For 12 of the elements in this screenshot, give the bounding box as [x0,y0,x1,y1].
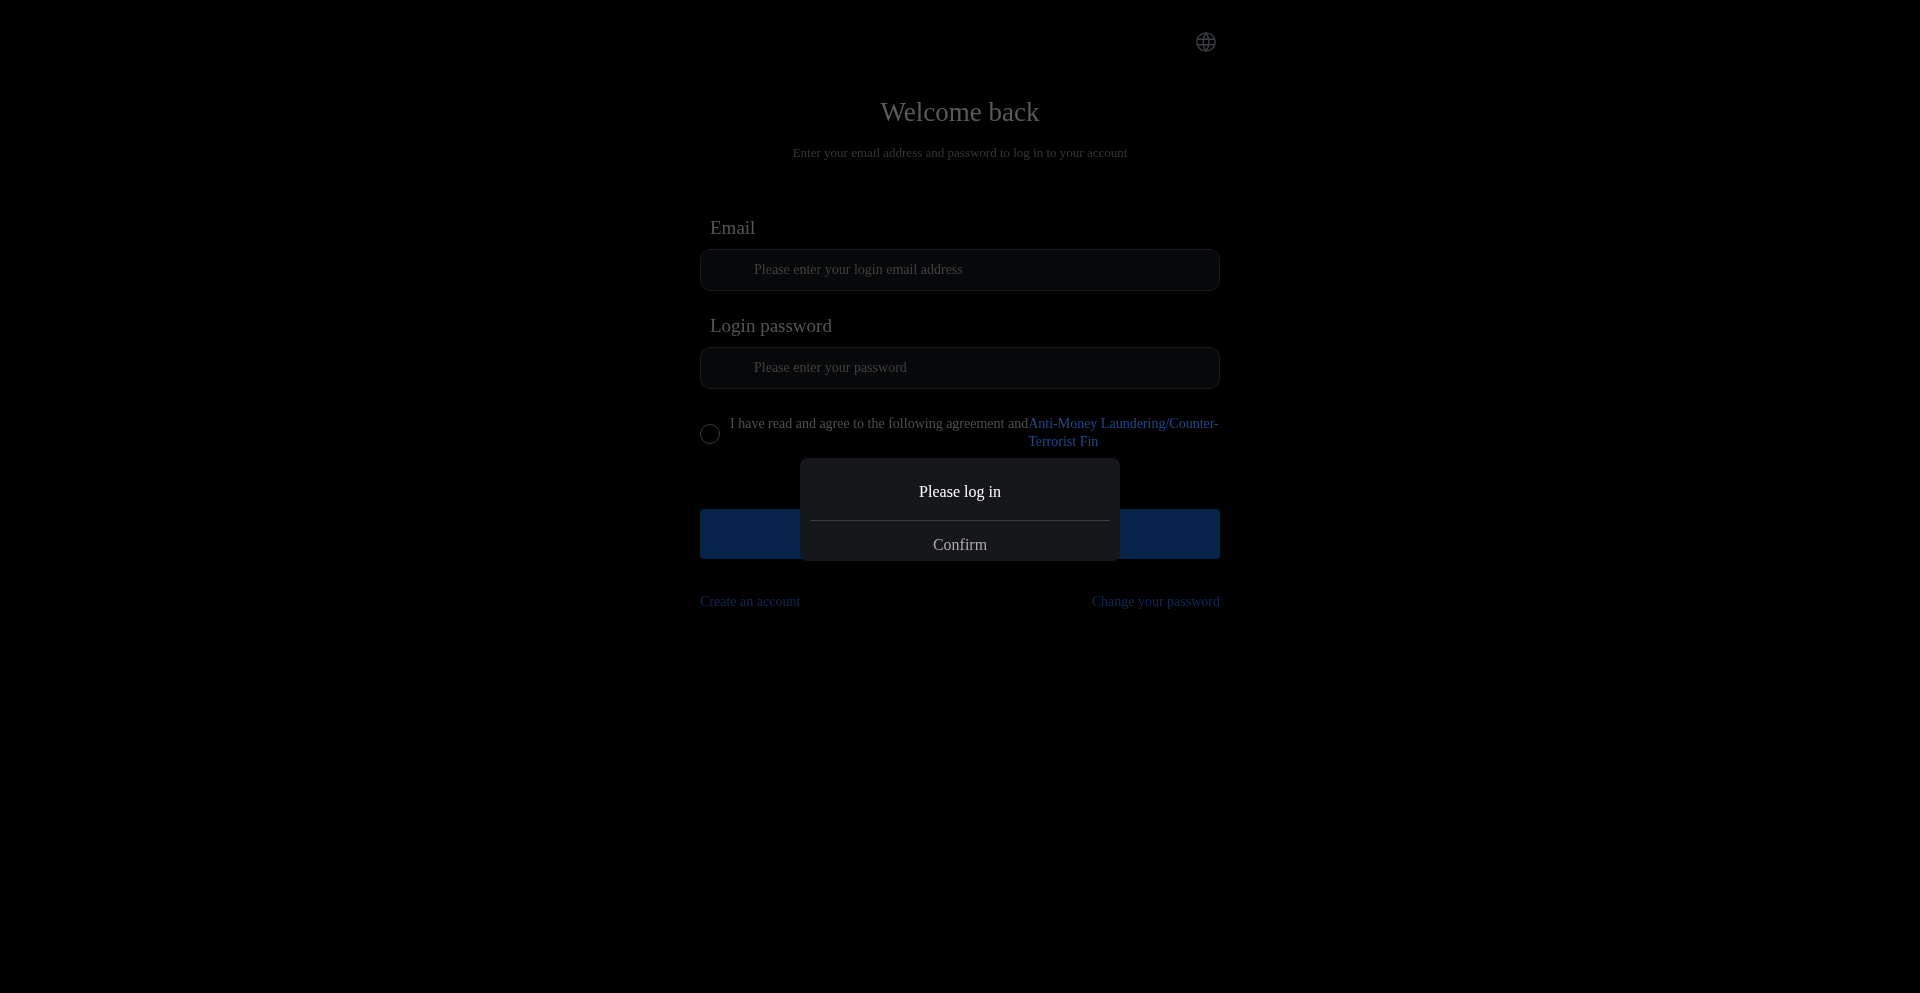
dialog-message: Please log in [919,482,1001,503]
field-label: Login password [709,313,832,338]
agreement-link[interactable]: Anti-Money Laundering/Counter-Terrorist Fin [1028,414,1220,451]
account-link[interactable]: Change your password [1091,590,1220,612]
agreement-text: I have read and agree to the following agreement and [730,414,1029,433]
input-field[interactable]: Please enter your login email address [700,248,1220,291]
input-field[interactable]: Please enter your password [700,346,1220,389]
field-label: Email [709,215,756,240]
globe-icon[interactable] [1195,31,1217,53]
confirm-button[interactable]: Confirm [932,533,988,557]
account-link[interactable]: Create an account [700,590,801,612]
page-title: Welcome back [879,96,1041,129]
